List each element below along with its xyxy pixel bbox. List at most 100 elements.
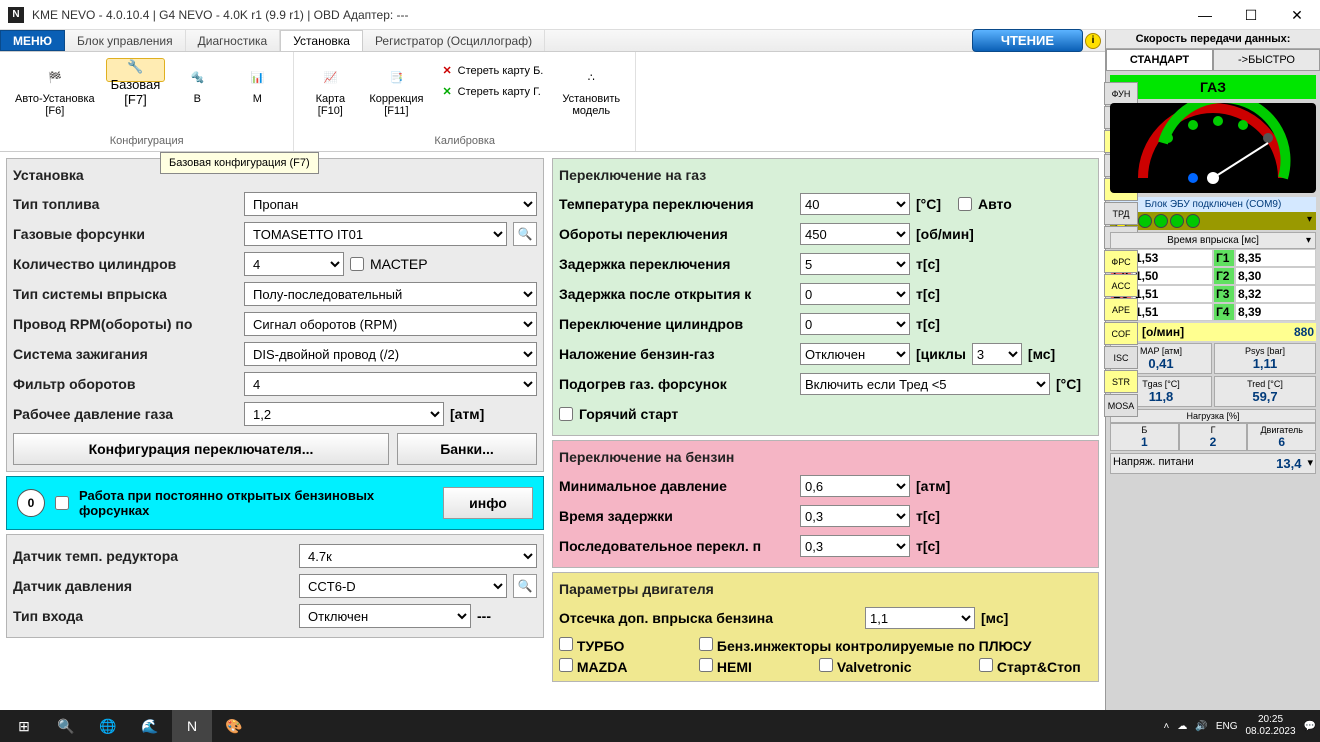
rib-b[interactable]: 🔩 В — [169, 58, 225, 122]
tray-time: 20:25 — [1245, 714, 1295, 726]
erase-map-b[interactable]: ✕Стереть карту Б. — [438, 62, 547, 79]
rib-m[interactable]: 📊 М — [229, 58, 285, 122]
round-indicator: 0 — [17, 489, 45, 517]
tab-control-unit[interactable]: Блок управления — [65, 30, 186, 51]
sel-sw-temp[interactable]: 40 — [800, 193, 910, 215]
sel-seq-switch[interactable]: 0,3 — [800, 535, 910, 557]
search-press-icon[interactable]: 🔍 — [513, 574, 537, 598]
sel-overlap[interactable]: Отключен — [800, 343, 910, 365]
chk-hemi[interactable] — [699, 658, 713, 672]
rib-map[interactable]: 📈 Карта [F10] — [302, 58, 358, 122]
read-button[interactable]: ЧТЕНИЕ — [972, 29, 1083, 52]
sel-cylinders[interactable]: 4 — [244, 252, 344, 276]
st-acc[interactable]: ACC — [1104, 274, 1138, 297]
chk-mazda[interactable] — [559, 658, 573, 672]
search-injector-icon[interactable]: 🔍 — [513, 222, 537, 246]
btn-banks[interactable]: Банки... — [397, 433, 537, 465]
sel-input-type[interactable]: Отключен — [299, 604, 471, 628]
sel-overlap-ms[interactable]: 3 — [972, 343, 1022, 365]
led-row: ▾ — [1110, 212, 1316, 230]
st-trd[interactable]: ТРД — [1104, 202, 1138, 225]
flag-icon: 🏁 — [39, 63, 71, 91]
chk-plus[interactable] — [699, 637, 713, 651]
tray-lang[interactable]: ENG — [1216, 721, 1238, 732]
tray-notif-icon[interactable]: 💬 — [1304, 721, 1316, 732]
tb-nevo-icon[interactable]: N — [172, 710, 212, 742]
st-cof[interactable]: COF — [1104, 322, 1138, 345]
chk-turbo[interactable] — [559, 637, 573, 651]
tab-diagnostics[interactable]: Диагностика — [186, 30, 281, 51]
sel-petrol-delay[interactable]: 0,3 — [800, 505, 910, 527]
tb-chrome-icon[interactable]: 🌐 — [88, 710, 128, 742]
chk-startstop[interactable] — [979, 658, 993, 672]
tray-up-icon[interactable]: ˄ — [1164, 721, 1170, 732]
tb-edge-icon[interactable]: 🌊 — [130, 710, 170, 742]
chk-hotstart[interactable] — [559, 407, 573, 421]
maximize-btn[interactable]: ☐ — [1228, 0, 1274, 30]
ribbon-g2-label: Калибровка — [434, 135, 495, 147]
sel-injector[interactable]: TOMASETTO IT01 — [244, 222, 507, 246]
sel-press-sensor[interactable]: CCT6-D — [299, 574, 507, 598]
tb-paint-icon[interactable]: 🎨 — [214, 710, 254, 742]
led-icon — [1170, 214, 1184, 228]
gas-hdr: Переключение на газ — [559, 165, 1092, 189]
st-ape[interactable]: APE — [1104, 298, 1138, 321]
sel-sw-delay[interactable]: 5 — [800, 253, 910, 275]
chk-auto[interactable] — [958, 197, 972, 211]
tb-search-icon[interactable]: 🔍 — [46, 710, 86, 742]
rib-basic[interactable]: 🔧 Базовая [F7] — [106, 58, 166, 82]
taskbar: ⊞ 🔍 🌐 🌊 N 🎨 ˄ ☁ 🔊 ENG 20:25 08.02.2023 💬 — [0, 710, 1320, 742]
st-frs[interactable]: ФРС — [1104, 250, 1138, 273]
sel-minpress[interactable]: 0,6 — [800, 475, 910, 497]
tray-vol-icon[interactable]: 🔊 — [1195, 721, 1207, 732]
sel-temp-sensor[interactable]: 4.7к — [299, 544, 537, 568]
erase-map-g[interactable]: ✕Стереть карту Г. — [438, 83, 547, 100]
sel-fuel[interactable]: Пропан — [244, 192, 537, 216]
cyan-panel: 0 Работа при постоянно открытых бензинов… — [6, 476, 544, 530]
start-button[interactable]: ⊞ — [4, 710, 44, 742]
metric-psys: Psys [bar]1,11 — [1214, 343, 1316, 374]
window-title: KME NEVO - 4.0.10.4 | G4 NEVO - 4.0K r1 … — [32, 8, 409, 22]
tray-cloud-icon[interactable]: ☁ — [1177, 721, 1187, 732]
ecu-status: Блок ЭБУ подключен (COM9) — [1110, 197, 1316, 212]
tab-install[interactable]: Установка — [280, 30, 363, 51]
sel-rpmwire[interactable]: Сигнал оборотов (RPM) — [244, 312, 537, 336]
rib-corr[interactable]: 📑 Коррекция [F11] — [362, 58, 430, 122]
sel-pressure[interactable]: 1,2 — [244, 402, 444, 426]
chk-valve[interactable] — [819, 658, 833, 672]
load-hdr: Нагрузка [%] — [1110, 409, 1316, 423]
rt-tab-fast[interactable]: ->БЫСТРО — [1213, 49, 1320, 71]
st-mosa[interactable]: MOSA — [1104, 394, 1138, 417]
sel-sw-rpm[interactable]: 450 — [800, 223, 910, 245]
led-icon — [1154, 214, 1168, 228]
chart-icon: 📊 — [241, 63, 273, 91]
sel-heat[interactable]: Включить если Тред <5 — [800, 373, 1050, 395]
close-btn[interactable]: ✕ — [1274, 0, 1320, 30]
voltage-row: Напряж. питани13,4▾ — [1110, 453, 1316, 474]
config-icon: 🔧 — [119, 59, 151, 75]
led-icon — [1138, 214, 1152, 228]
st-str[interactable]: STR — [1104, 370, 1138, 393]
sel-ignition[interactable]: DIS-двойной провод (/2) — [244, 342, 537, 366]
sel-filter[interactable]: 4 — [244, 372, 537, 396]
chk-const-open[interactable] — [55, 496, 69, 510]
ribbon-g1-label: Конфигурация — [110, 135, 184, 147]
sel-cyl-switch[interactable]: 0 — [800, 313, 910, 335]
sel-injtype[interactable]: Полу-последовательный — [244, 282, 537, 306]
tab-recorder[interactable]: Регистратор (Осциллограф) — [363, 30, 545, 51]
chk-master[interactable] — [350, 257, 364, 271]
st-isc[interactable]: ISC — [1104, 346, 1138, 369]
rib-auto-install[interactable]: 🏁 Авто-Установка [F6] — [8, 58, 102, 122]
minimize-btn[interactable]: — — [1182, 0, 1228, 30]
info-icon[interactable]: i — [1085, 33, 1101, 49]
sel-open-delay[interactable]: 0 — [800, 283, 910, 305]
btn-switch-cfg[interactable]: Конфигурация переключателя... — [13, 433, 389, 465]
metric-tred: Tred [°C]59,7 — [1214, 376, 1316, 407]
btn-info[interactable]: инфо — [443, 487, 533, 519]
st-fun[interactable]: ФУН — [1104, 82, 1138, 105]
rt-tab-std[interactable]: СТАНДАРТ — [1106, 49, 1213, 71]
engine-box: Параметры двигателя Отсечка доп. впрыска… — [552, 572, 1099, 682]
rib-setmodel[interactable]: ∴ Установить модель — [555, 58, 627, 122]
sel-cutoff[interactable]: 1,1 — [865, 607, 975, 629]
menu-button[interactable]: МЕНЮ — [0, 30, 65, 51]
